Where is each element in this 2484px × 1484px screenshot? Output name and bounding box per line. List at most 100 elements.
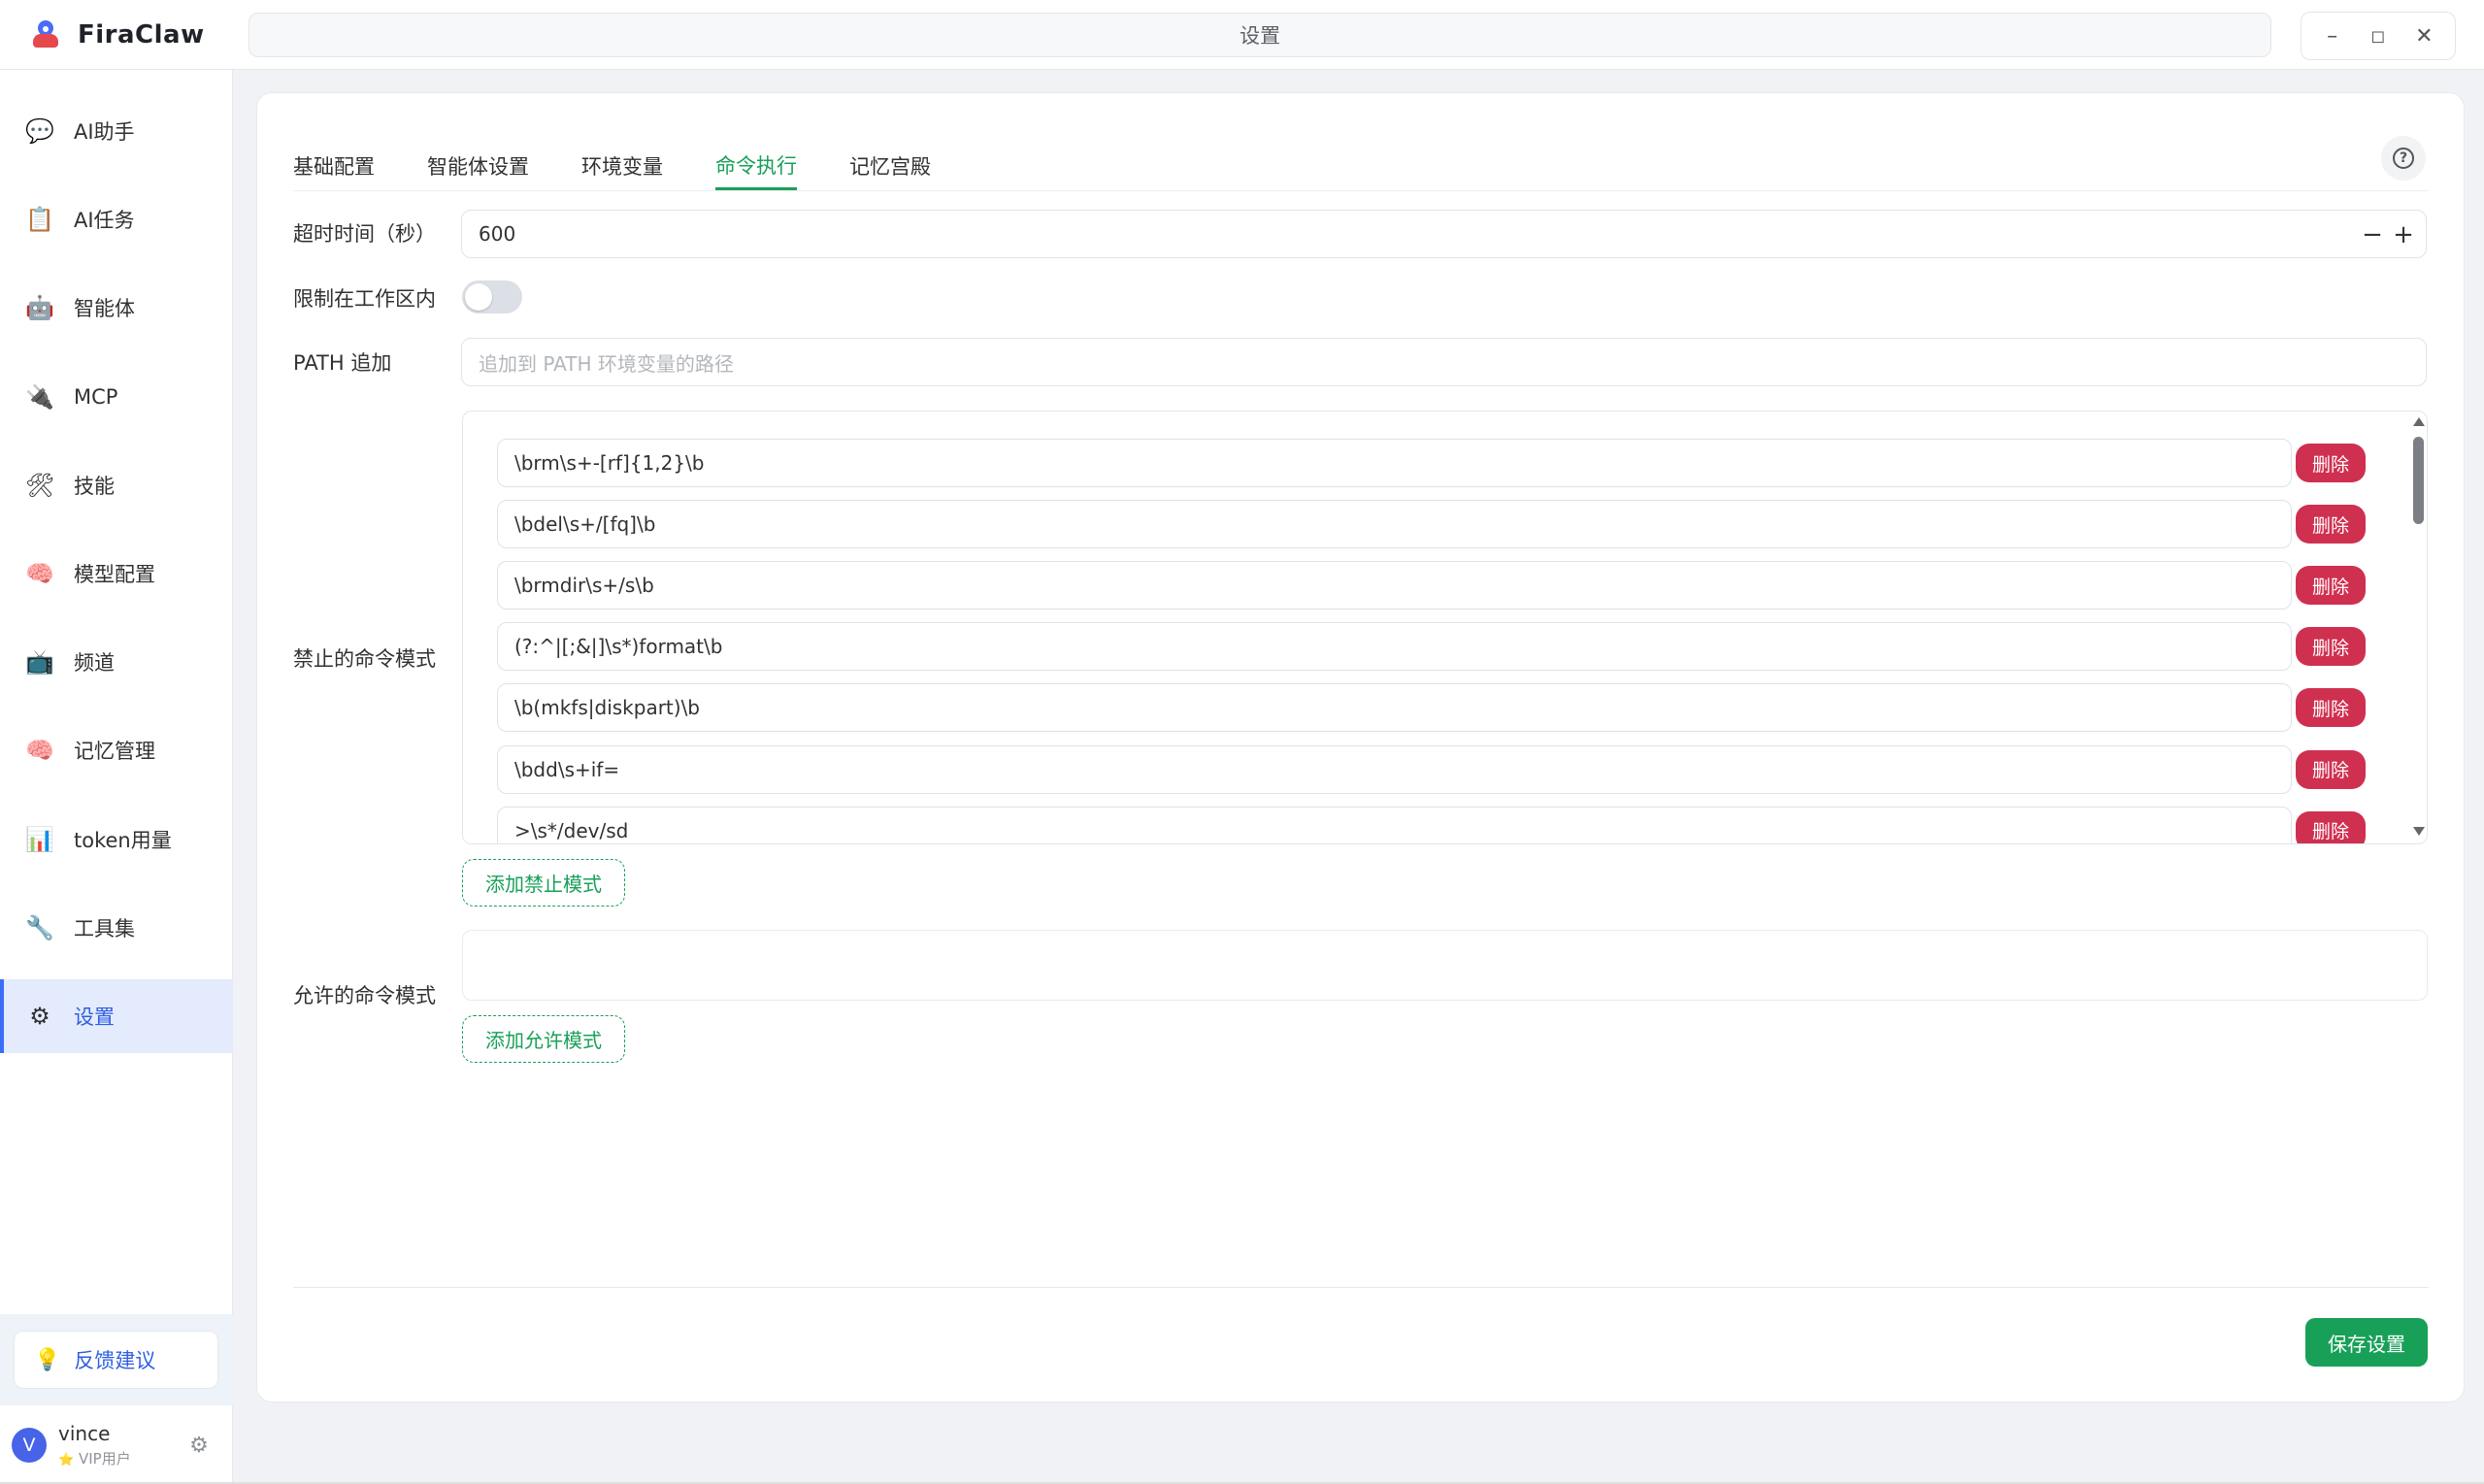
question-icon: ? [2393, 148, 2414, 169]
path-append-label: PATH 追加 [293, 351, 392, 375]
user-profile[interactable]: V vince ⭐ VIP用户 ⚙ [0, 1405, 233, 1484]
add-blocked-pattern-button[interactable]: 添加禁止模式 [462, 859, 625, 907]
sidebar-item-2[interactable]: 🤖 智能体 [4, 271, 233, 345]
plug-icon: 🔌 [25, 382, 54, 411]
tv-icon: 📺 [25, 648, 54, 676]
app-logo-icon [29, 18, 62, 51]
tab-1[interactable]: 智能体设置 [427, 142, 529, 190]
path-append-input[interactable]: 追加到 PATH 环境变量的路径 [461, 338, 2427, 386]
sidebar-item-9[interactable]: 🔧 工具集 [4, 891, 233, 965]
allowed-patterns-list [462, 930, 2428, 1001]
delete-pattern-button[interactable]: 删除 [2296, 810, 2366, 843]
settings-tabs: 基础配置 智能体设置 环境变量 命令执行 记忆宫殿 [293, 142, 983, 190]
delete-pattern-button[interactable]: 删除 [2296, 566, 2366, 606]
wrench-icon: 🔧 [25, 913, 54, 941]
increment-button[interactable]: + [2391, 220, 2416, 249]
blocked-pattern-input[interactable]: \bdel\s+/[fq]\b [497, 500, 2292, 549]
avatar[interactable]: V [12, 1427, 47, 1463]
sidebar-item-8[interactable]: 📊 token用量 [4, 803, 233, 876]
tab-0[interactable]: 基础配置 [293, 142, 375, 190]
sidebar-item-label: AI任务 [74, 209, 135, 233]
sidebar-item-label: 频道 [74, 651, 115, 676]
save-settings-button[interactable]: 保存设置 [2305, 1318, 2428, 1367]
sidebar-item-6[interactable]: 📺 频道 [4, 625, 233, 699]
scrollbar[interactable] [2410, 412, 2426, 843]
gear-icon: ⚙ [29, 1003, 50, 1030]
blocked-pattern-input[interactable]: \bdd\s+if= [497, 744, 2292, 794]
brand: FiraClaw [29, 16, 205, 54]
maximize-button[interactable]: ◻ [2361, 18, 2396, 53]
title-bar: FiraClaw 设置 – ◻ ✕ [0, 0, 2484, 70]
feedback-button[interactable]: 💡 反馈建议 [14, 1331, 218, 1389]
blocked-patterns-label: 禁止的命令模式 [293, 647, 436, 671]
sidebar-item-label: 记忆管理 [74, 740, 155, 764]
user-settings-gear-icon[interactable]: ⚙ [184, 1431, 214, 1460]
blocked-pattern-input[interactable]: \brm\s+-[rf]{1,2}\b [497, 439, 2292, 487]
tab-3[interactable]: 命令执行 [715, 142, 797, 190]
scroll-up-arrow-icon[interactable] [2413, 417, 2425, 426]
minimize-button[interactable]: – [2315, 18, 2350, 53]
restrict-workspace-toggle[interactable] [462, 280, 522, 313]
tab-2[interactable]: 环境变量 [581, 142, 663, 190]
feedback-label: 反馈建议 [74, 1349, 156, 1372]
settings-card: 基础配置 智能体设置 环境变量 命令执行 记忆宫殿 ? 超时时间（秒） 600 − + … [256, 92, 2465, 1402]
decrement-button[interactable]: − [2360, 220, 2385, 249]
robot-icon: 🤖 [25, 294, 54, 322]
scroll-down-arrow-icon[interactable] [2413, 827, 2425, 836]
sidebar-item-label: token用量 [74, 828, 172, 852]
blocked-pattern-row: \brm\s+-[rf]{1,2}\b [497, 439, 2293, 487]
sidebar-item-3[interactable]: 🔌 MCP [4, 360, 233, 434]
allowed-patterns-label: 允许的命令模式 [293, 984, 436, 1007]
sidebar-item-0[interactable]: 💬 AI助手 [4, 94, 233, 168]
lightbulb-icon: 💡 [34, 1347, 61, 1372]
user-tag: ⭐ VIP用户 [58, 1448, 131, 1468]
sidebar-item-label: 工具集 [74, 916, 135, 940]
tools-icon: 🛠 [24, 471, 55, 499]
app-name: FiraClaw [78, 20, 205, 49]
add-allowed-pattern-button[interactable]: 添加允许模式 [462, 1015, 625, 1063]
blocked-pattern-input[interactable]: \brmdir\s+/s\b [497, 561, 2292, 610]
timeout-label: 超时时间（秒） [293, 222, 436, 246]
blocked-pattern-input[interactable]: (?:^|[;&|]\s*)format\b [497, 622, 2292, 672]
blocked-pattern-row: \brmdir\s+/s\b [497, 561, 2293, 610]
sidebar-item-1[interactable]: 📋 AI任务 [4, 182, 233, 256]
sidebar-item-label: MCP [74, 384, 118, 409]
window-controls: – ◻ ✕ [2301, 12, 2456, 60]
delete-pattern-button[interactable]: 删除 [2296, 749, 2366, 789]
sidebar-item-4[interactable]: 🛠 技能 [4, 448, 233, 522]
delete-pattern-button[interactable]: 删除 [2296, 505, 2366, 544]
timeout-input[interactable]: 600 [461, 210, 2427, 258]
sidebar-item-label: 设置 [74, 1006, 115, 1029]
delete-pattern-button[interactable]: 删除 [2296, 627, 2366, 667]
blocked-pattern-row: (?:^|[;&|]\s*)format\b [497, 622, 2293, 672]
blocked-pattern-row: >\s*/dev/sd [497, 806, 2293, 843]
blocked-pattern-input[interactable]: >\s*/dev/sd [497, 806, 2292, 843]
blocked-pattern-row: \bdel\s+/[fq]\b [497, 500, 2293, 549]
delete-pattern-button[interactable]: 删除 [2296, 444, 2366, 482]
tab-4[interactable]: 记忆宫殿 [849, 142, 931, 190]
user-tag-label: VIP用户 [78, 1449, 131, 1468]
sidebar-item-label: 智能体 [74, 297, 135, 321]
timeout-stepper: − + [2360, 220, 2416, 249]
clipboard-icon: 📋 [25, 206, 54, 234]
help-button[interactable]: ? [2381, 136, 2426, 181]
close-button[interactable]: ✕ [2406, 18, 2441, 53]
blocked-patterns-list: \brm\s+-[rf]{1,2}\b 删除 \bdel\s+/[fq]\b 删除 \b… [462, 411, 2428, 844]
scroll-thumb[interactable] [2413, 437, 2424, 524]
sidebar-item-label: 技能 [74, 474, 115, 498]
user-name: vince [58, 1421, 111, 1445]
sidebar-item-label: 模型配置 [74, 563, 155, 586]
brain-icon: 🧠 [25, 737, 54, 765]
footer-divider [293, 1287, 2429, 1288]
restrict-workspace-label: 限制在工作区内 [293, 287, 436, 311]
star-icon: ⭐ [58, 1452, 75, 1468]
sidebar-item-10[interactable]: ⚙ 设置 [0, 979, 233, 1053]
sidebar: 💬 AI助手 📋 AI任务 🤖 智能体 🔌 MCP 🛠 技能 🧠 模型配置 📺 频道 🧠 记忆管理 📊 token… [0, 70, 233, 1484]
bar-chart-icon: 📊 [25, 825, 54, 853]
sidebar-item-5[interactable]: 🧠 模型配置 [4, 537, 233, 610]
delete-pattern-button[interactable]: 删除 [2296, 688, 2366, 728]
sidebar-item-7[interactable]: 🧠 记忆管理 [4, 713, 233, 787]
sidebar-item-label: AI助手 [74, 120, 135, 144]
brain-icon: 🧠 [25, 560, 54, 587]
blocked-pattern-input[interactable]: \b(mkfs|diskpart)\b [497, 683, 2292, 733]
